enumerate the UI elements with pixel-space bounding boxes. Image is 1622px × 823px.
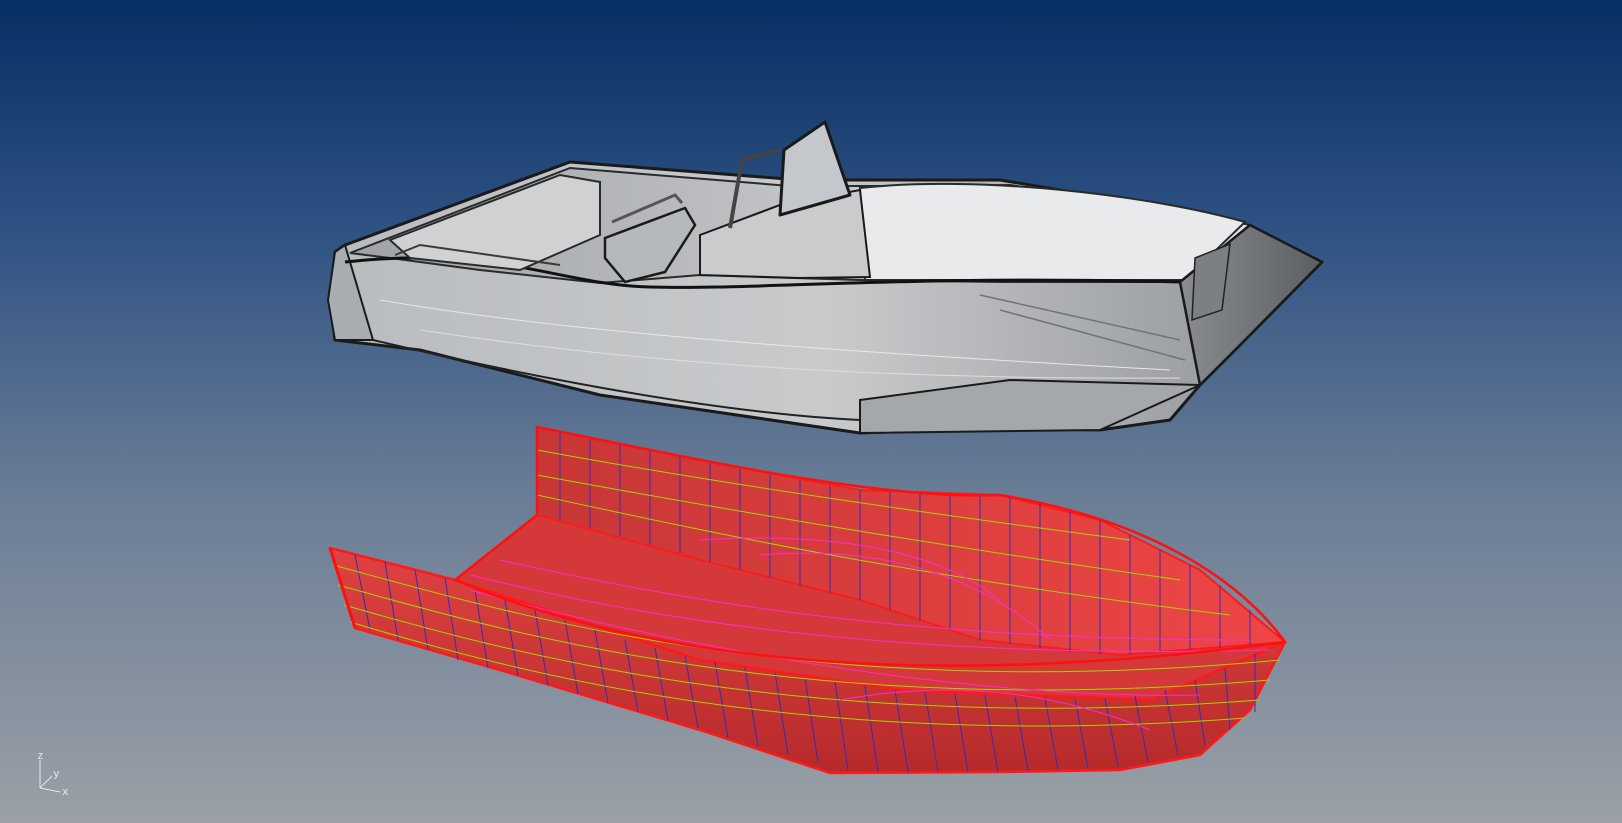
rhino-perspective-viewport[interactable]: z y x bbox=[0, 0, 1622, 823]
boat-shaded-model[interactable] bbox=[326, 120, 1325, 435]
world-axis-triad: z y x bbox=[37, 750, 69, 798]
axis-x-label: x bbox=[62, 785, 69, 798]
axis-y-line bbox=[39, 775, 53, 789]
axis-y-label: y bbox=[53, 767, 60, 780]
axis-x-line bbox=[39, 787, 61, 793]
model-scene[interactable] bbox=[0, 0, 1622, 823]
hull-surface-mesh[interactable] bbox=[328, 425, 1288, 775]
boat-bow-well[interactable] bbox=[858, 182, 1247, 281]
axis-z-label: z bbox=[37, 750, 44, 762]
